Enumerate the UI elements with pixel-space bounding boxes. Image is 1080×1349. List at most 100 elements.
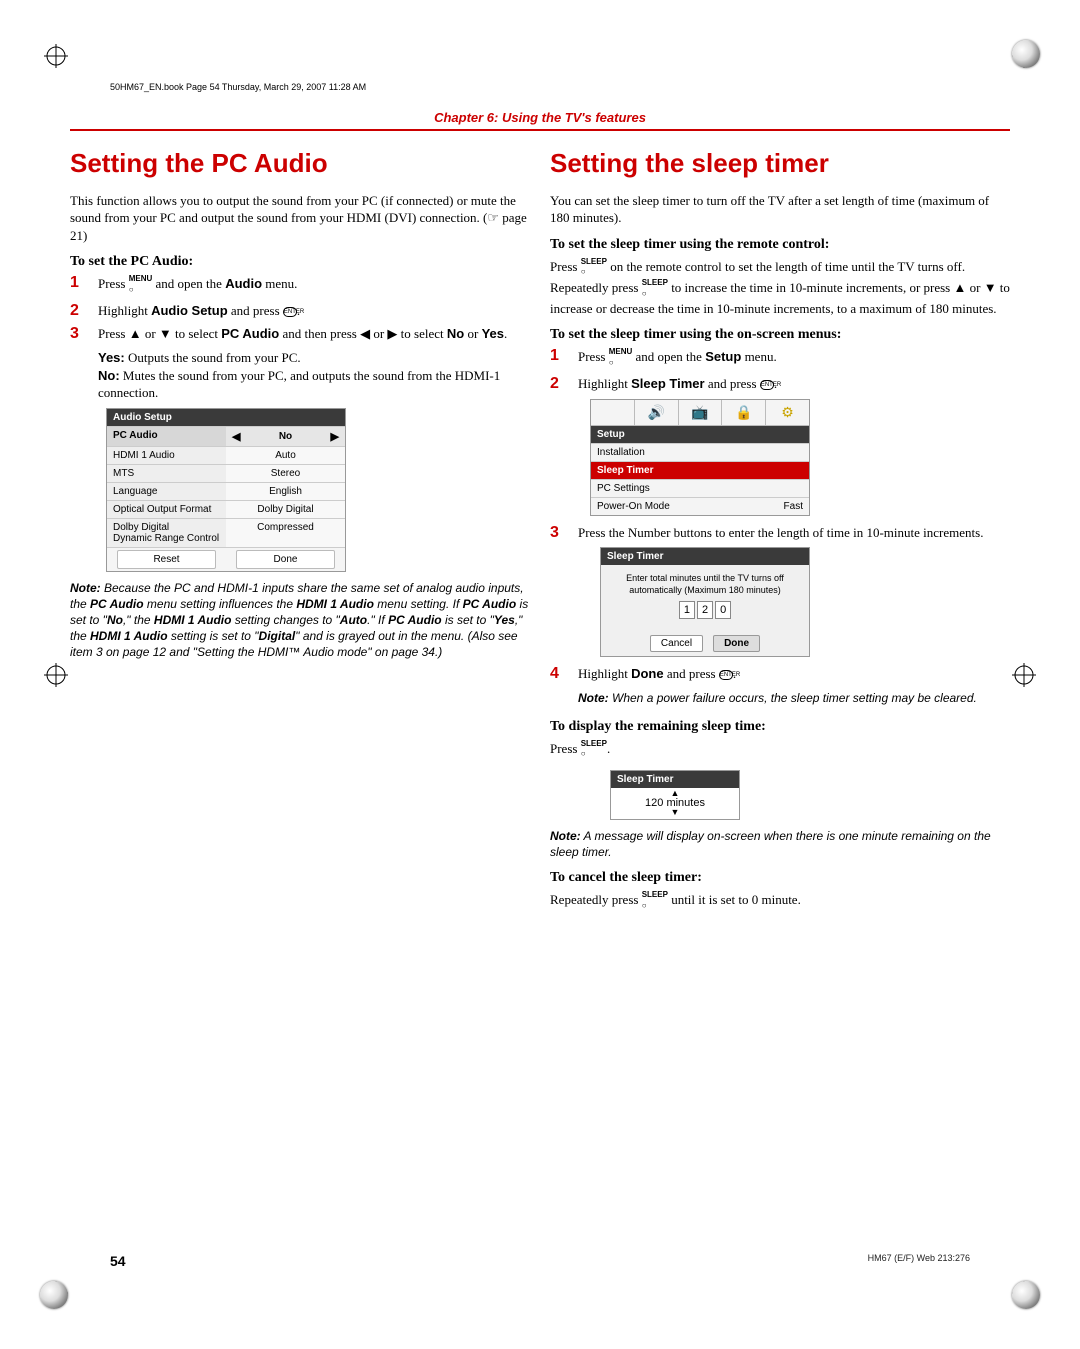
sleep-timer-osd: Sleep Timer Enter total minutes until th… <box>600 547 810 657</box>
step-number: 4 <box>550 665 566 683</box>
note: Note: Because the PC and HDMI-1 inputs s… <box>70 580 530 661</box>
step-text: and open the <box>152 276 225 291</box>
step-text: and open the <box>632 349 705 364</box>
osd-title: Sleep Timer <box>611 771 739 788</box>
note-text: setting changes to " <box>231 613 339 627</box>
osd-row-pc-audio: PC Audio ◀No▶ <box>107 426 345 446</box>
step-number: 3 <box>70 325 86 343</box>
osd-label: Optical Output Format <box>107 501 226 518</box>
sleep-icon: SLEEP○ <box>642 278 668 300</box>
osd-row: MTSStereo <box>107 464 345 482</box>
tab-icon: 📺 <box>679 400 723 425</box>
enter-icon: ENTER <box>719 670 733 680</box>
note-text: is set to " <box>442 613 494 627</box>
paragraph: Press SLEEP○. <box>550 739 1010 761</box>
term: HDMI 1 Audio <box>296 597 374 611</box>
step-2: 2 Highlight Audio Setup and press ENTER. <box>70 302 530 320</box>
osd-row: LanguageEnglish <box>107 482 345 500</box>
yes-text: Outputs the sound from your PC. <box>125 350 301 365</box>
digit-box: 1 <box>679 601 695 619</box>
step-3: 3 Press the Number buttons to enter the … <box>550 524 1010 542</box>
osd-row-selected: Sleep Timer <box>591 461 809 479</box>
menu-icon: MENU○ <box>609 347 633 369</box>
decorative-orb-icon <box>40 1281 68 1309</box>
note-text: menu setting. If <box>374 597 463 611</box>
step-text: Press <box>578 349 609 364</box>
intro-text: This function allows you to output the s… <box>70 192 530 245</box>
step-1: 1 Press MENU○ and open the Audio menu. <box>70 274 530 296</box>
step-text: or <box>464 326 481 341</box>
osd-title: Setup <box>591 426 809 443</box>
osd-tabs: 🔊 📺 🔒 ⚙ <box>591 400 809 426</box>
setup-osd: 🔊 📺 🔒 ⚙ Setup Installation Sleep Timer P… <box>590 399 810 516</box>
note-text: ." If <box>367 613 388 627</box>
intro-text: You can set the sleep timer to turn off … <box>550 192 1010 227</box>
menu-name: Setup <box>705 349 741 364</box>
sleep-timer-mini-osd: Sleep Timer ▲ 120 minutes ▼ <box>610 770 740 819</box>
menu-name: Audio Setup <box>151 303 228 318</box>
digit-box: 2 <box>697 601 713 619</box>
subhead: To set the PC Audio: <box>70 254 530 270</box>
step-text: Highlight <box>578 376 631 391</box>
step-text: and press <box>705 376 760 391</box>
digit-box: 0 <box>715 601 731 619</box>
osd-title: Audio Setup <box>107 409 345 426</box>
osd-label: Language <box>107 483 226 500</box>
subhead: To set the sleep timer using the remote … <box>550 237 1010 253</box>
osd-value: Stereo <box>226 465 345 482</box>
crop-mark-icon <box>44 663 68 687</box>
term: HDMI 1 Audio <box>90 629 168 643</box>
sleep-icon: SLEEP○ <box>581 257 607 279</box>
cancel-button: Cancel <box>650 635 703 652</box>
step-number: 2 <box>70 302 86 320</box>
term: PC Audio <box>388 613 442 627</box>
section-heading-sleep-timer: Setting the sleep timer <box>550 149 1010 178</box>
term: Digital <box>259 629 296 643</box>
osd-label: PC Audio <box>107 427 226 446</box>
tab-icon: ⚙ <box>766 400 809 425</box>
osd-value: English <box>226 483 345 500</box>
note-label: Note: <box>578 691 609 705</box>
section-heading-pc-audio: Setting the PC Audio <box>70 149 530 178</box>
step-text: Press the Number buttons to enter the le… <box>578 524 1010 542</box>
step-number: 3 <box>550 524 566 542</box>
step-text: menu. <box>262 276 297 291</box>
note-text: A message will display on-screen when th… <box>550 829 991 859</box>
note-label: Note: <box>70 581 101 595</box>
left-arrow-icon: ◀ <box>232 430 240 443</box>
step-text: . <box>504 326 507 341</box>
osd-value: No <box>279 431 292 442</box>
osd-label: HDMI 1 Audio <box>107 447 226 464</box>
down-arrow-icon: ▼ <box>613 809 737 816</box>
tab-icon <box>591 400 635 425</box>
up-arrow-icon: ▲ <box>613 790 737 797</box>
page-number: 54 <box>110 1253 126 1269</box>
step-text: Highlight <box>578 666 631 681</box>
menu-name: Done <box>631 666 664 681</box>
step-text: . <box>774 376 777 391</box>
step-text: and press <box>228 303 283 318</box>
step-text: and press <box>664 666 719 681</box>
step-number: 2 <box>550 375 566 393</box>
sleep-icon: SLEEP○ <box>642 890 668 912</box>
step-text: menu. <box>741 349 776 364</box>
term: HDMI 1 Audio <box>154 613 232 627</box>
subhead: To cancel the sleep timer: <box>550 870 1010 886</box>
menu-icon: MENU○ <box>129 274 153 296</box>
osd-label: Dolby Digital Dynamic Range Control <box>107 519 226 547</box>
header-meta: 50HM67_EN.book Page 54 Thursday, March 2… <box>110 82 366 92</box>
subhead: To set the sleep timer using the on-scre… <box>550 327 1010 343</box>
osd-label: MTS <box>107 465 226 482</box>
chapter-title: Chapter 6: Using the TV's features <box>70 110 1010 131</box>
sleep-icon: SLEEP○ <box>581 739 607 761</box>
term: Auto <box>340 613 367 627</box>
crop-mark-icon <box>1012 663 1036 687</box>
crop-mark-icon <box>44 44 68 68</box>
footer-code: HM67 (E/F) Web 213:276 <box>868 1253 970 1269</box>
option-no: No <box>447 326 464 341</box>
left-column: Setting the PC Audio This function allow… <box>70 149 530 922</box>
osd-row: Optical Output FormatDolby Digital <box>107 500 345 518</box>
osd-row: PC Settings <box>591 479 809 497</box>
menu-name: Sleep Timer <box>631 376 704 391</box>
note-label: Note: <box>550 829 581 843</box>
